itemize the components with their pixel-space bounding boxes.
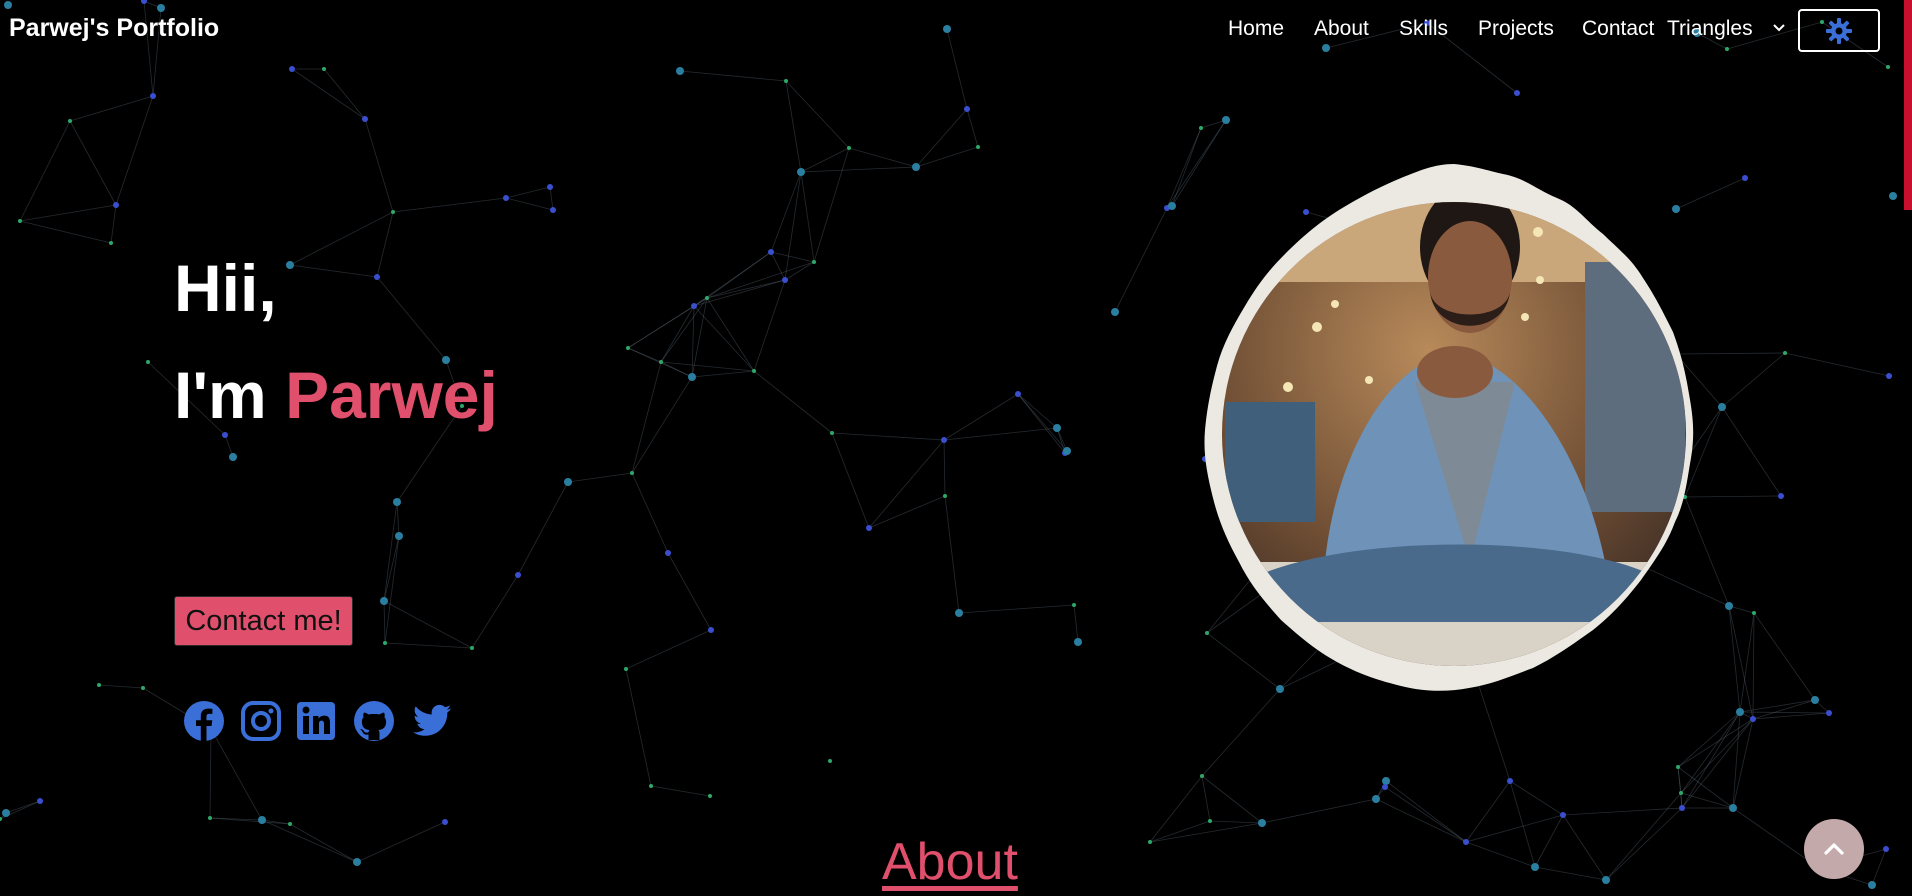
chevron-down-icon xyxy=(1773,24,1785,32)
hero-intro-prefix: I'm xyxy=(174,358,267,432)
facebook-icon[interactable] xyxy=(183,700,225,742)
instagram-icon[interactable] xyxy=(240,700,282,742)
hero-greeting: Hii, xyxy=(174,251,277,325)
brand-logo[interactable]: Parwej's Portfolio xyxy=(9,14,219,43)
scrollbar-thumb[interactable] xyxy=(1904,0,1912,210)
github-icon[interactable] xyxy=(353,700,395,742)
chevron-up-icon xyxy=(1824,843,1844,855)
nav-contact[interactable]: Contact xyxy=(1582,17,1654,41)
nav-projects[interactable]: Projects xyxy=(1478,17,1554,41)
scroll-to-top-button[interactable] xyxy=(1804,819,1864,879)
photo-scene xyxy=(1222,202,1686,666)
nav-home[interactable]: Home xyxy=(1228,17,1284,41)
about-section-heading[interactable]: About xyxy=(882,832,1018,892)
nav-about[interactable]: About xyxy=(1314,17,1369,41)
gear-icon xyxy=(1826,17,1852,44)
nav-skills[interactable]: Skills xyxy=(1399,17,1448,41)
linkedin-icon[interactable] xyxy=(295,700,337,742)
twitter-icon[interactable] xyxy=(411,700,453,742)
contact-me-button[interactable]: Contact me! xyxy=(174,596,353,646)
background-style-select[interactable]: Triangles xyxy=(1667,17,1785,41)
theme-toggle-button[interactable] xyxy=(1798,9,1880,52)
background-style-value: Triangles xyxy=(1667,17,1753,40)
hero-intro: I'm Parwej xyxy=(174,357,498,433)
hero-name: Parwej xyxy=(285,358,498,432)
profile-photo xyxy=(1204,164,1694,691)
navbar: Parwej's Portfolio Home About Skills Pro… xyxy=(0,0,1912,58)
